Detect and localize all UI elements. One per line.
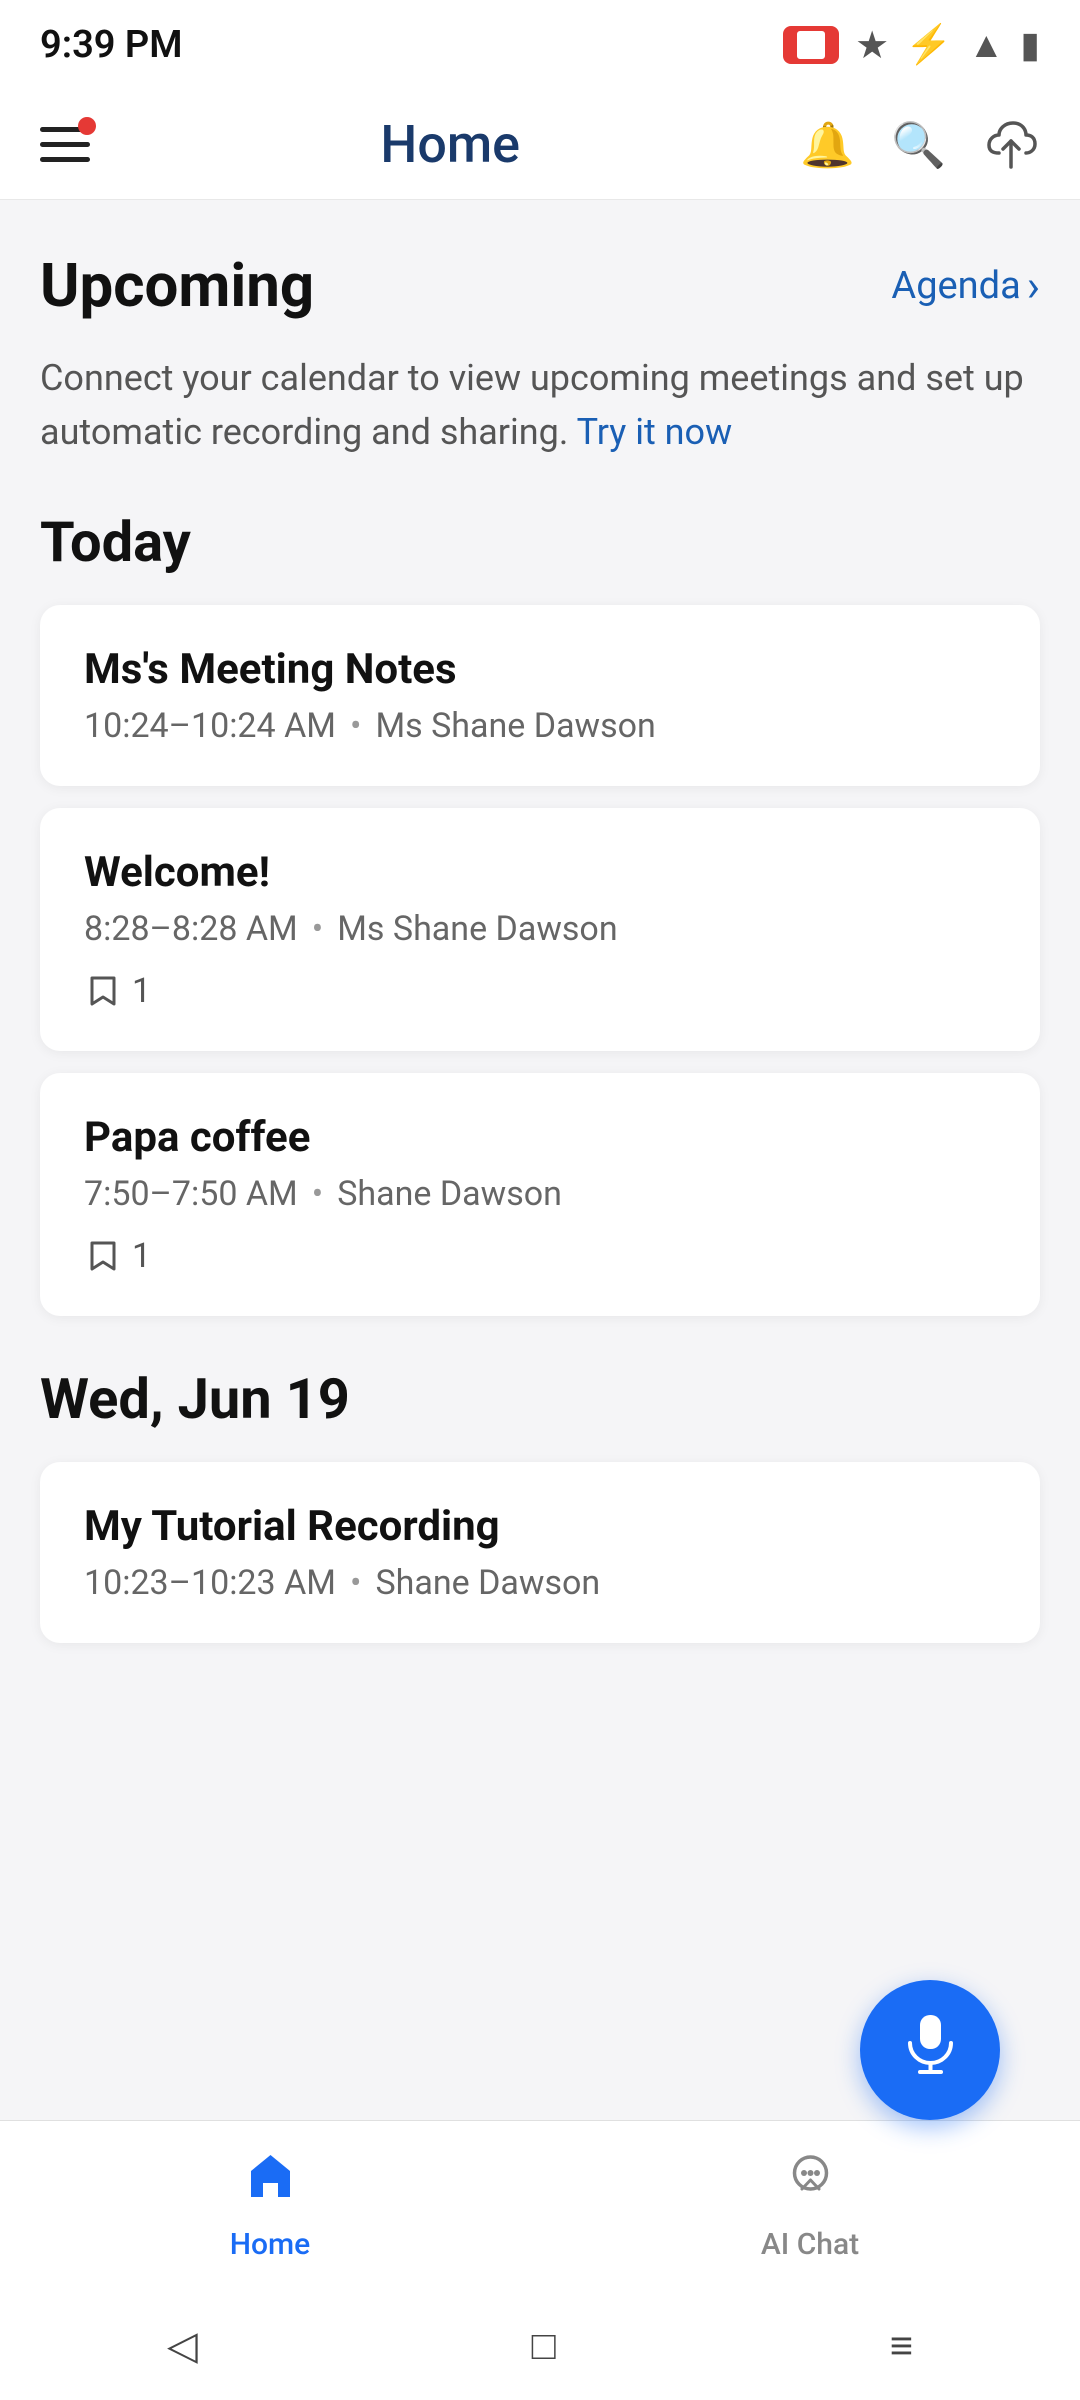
separator-1: • — [350, 706, 361, 746]
separator-tutorial: • — [350, 1563, 361, 1603]
meeting-card-title-3: Papa coffee — [84, 1113, 996, 1162]
home-label: Home — [230, 2227, 311, 2262]
system-nav-bar: ◁ □ ≡ — [0, 2290, 1080, 2400]
recording-indicator-icon — [783, 26, 839, 64]
date-title: Wed, Jun 19 — [40, 1366, 1040, 1432]
separator-3: • — [312, 1174, 323, 1214]
status-bar: 9:39 PM ★ ⚡ ▲ ▮ — [0, 0, 1080, 90]
back-button[interactable]: ◁ — [167, 2322, 198, 2369]
meeting-card-3[interactable]: Papa coffee 7:50–7:50 AM • Shane Dawson … — [40, 1073, 1040, 1316]
bottom-nav-ai-chat[interactable]: AI Chat — [540, 2149, 1080, 2262]
meeting-host-3: Shane Dawson — [337, 1174, 562, 1214]
upcoming-title: Upcoming — [40, 250, 314, 321]
nav-actions: 🔔 🔍 — [800, 119, 1040, 171]
search-icon[interactable]: 🔍 — [891, 119, 946, 171]
status-icons: ★ ⚡ ▲ ▮ — [783, 23, 1040, 68]
ai-chat-label: AI Chat — [761, 2227, 859, 2262]
recents-button[interactable]: ≡ — [890, 2322, 913, 2369]
flash-icon: ⚡ — [905, 23, 952, 67]
status-time: 9:39 PM — [40, 23, 183, 67]
meeting-card-2[interactable]: Welcome! 8:28–8:28 AM • Ms Shane Dawson … — [40, 808, 1040, 1051]
mic-icon — [898, 2010, 963, 2090]
home-system-button[interactable]: □ — [532, 2322, 556, 2369]
bluetooth-icon: ★ — [855, 23, 889, 68]
meeting-card-meta-1: 10:24–10:24 AM • Ms Shane Dawson — [84, 706, 996, 746]
clip-count-2: 1 — [132, 971, 151, 1011]
nav-title: Home — [380, 114, 520, 175]
meeting-host-tutorial: Shane Dawson — [375, 1563, 600, 1603]
meeting-host-2: Ms Shane Dawson — [337, 909, 617, 949]
bookmark-icon-2 — [84, 972, 122, 1010]
menu-button[interactable] — [40, 115, 100, 175]
meeting-card-title-tutorial: My Tutorial Recording — [84, 1502, 996, 1551]
meeting-card-title-1: Ms's Meeting Notes — [84, 645, 996, 694]
meeting-card-meta-3: 7:50–7:50 AM • Shane Dawson — [84, 1174, 996, 1214]
meeting-host-1: Ms Shane Dawson — [375, 706, 655, 746]
meeting-card-meta-2: 8:28–8:28 AM • Ms Shane Dawson — [84, 909, 996, 949]
clip-action-2: 1 — [84, 971, 151, 1011]
cloud-upload-icon[interactable] — [982, 119, 1040, 171]
notification-dot — [78, 117, 96, 135]
main-content: Upcoming Agenda Connect your calendar to… — [0, 200, 1080, 2100]
meeting-card-1[interactable]: Ms's Meeting Notes 10:24–10:24 AM • Ms S… — [40, 605, 1040, 786]
today-section: Today Ms's Meeting Notes 10:24–10:24 AM … — [40, 509, 1040, 1316]
battery-icon: ▮ — [1020, 24, 1040, 66]
ai-chat-icon — [783, 2149, 838, 2217]
bottom-nav: Home AI Chat — [0, 2120, 1080, 2290]
meeting-card-actions-2: 1 — [84, 971, 996, 1011]
meeting-time-2: 8:28–8:28 AM — [84, 909, 298, 949]
wifi-icon: ▲ — [969, 24, 1005, 66]
meeting-card-meta-tutorial: 10:23–10:23 AM • Shane Dawson — [84, 1563, 996, 1603]
top-nav: Home 🔔 🔍 — [0, 90, 1080, 200]
upcoming-description: Connect your calendar to view upcoming m… — [40, 351, 1040, 459]
today-title: Today — [40, 509, 1040, 575]
meeting-card-title-2: Welcome! — [84, 848, 996, 897]
agenda-link[interactable]: Agenda — [891, 260, 1040, 312]
record-fab[interactable] — [860, 1980, 1000, 2120]
clip-action-3: 1 — [84, 1236, 151, 1276]
meeting-card-tutorial[interactable]: My Tutorial Recording 10:23–10:23 AM • S… — [40, 1462, 1040, 1643]
bookmark-icon-3 — [84, 1237, 122, 1275]
meeting-time-tutorial: 10:23–10:23 AM — [84, 1563, 336, 1603]
meeting-time-3: 7:50–7:50 AM — [84, 1174, 298, 1214]
upcoming-section-header: Upcoming Agenda — [40, 250, 1040, 321]
clip-count-3: 1 — [132, 1236, 151, 1276]
date-section: Wed, Jun 19 My Tutorial Recording 10:23–… — [40, 1366, 1040, 1643]
try-it-now-link[interactable]: Try it now — [577, 411, 733, 453]
notification-bell-icon[interactable]: 🔔 — [800, 119, 855, 171]
meeting-time-1: 10:24–10:24 AM — [84, 706, 336, 746]
separator-2: • — [312, 909, 323, 949]
home-icon — [243, 2149, 298, 2217]
meeting-card-actions-3: 1 — [84, 1236, 996, 1276]
bottom-nav-home[interactable]: Home — [0, 2149, 540, 2262]
